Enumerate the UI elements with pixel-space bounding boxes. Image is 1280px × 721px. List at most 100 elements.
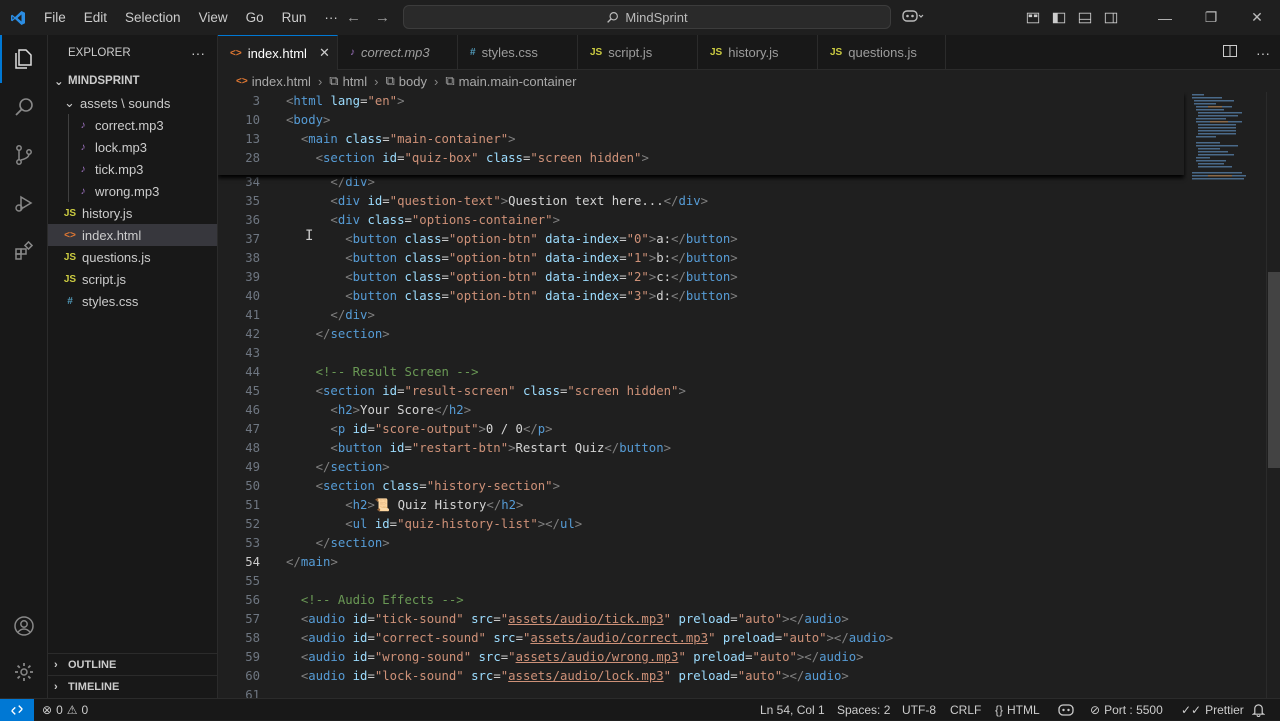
search-view-icon[interactable]	[0, 83, 48, 131]
command-center-search[interactable]: MindSprint	[403, 5, 891, 29]
code-line: <h2>📜 Quiz History</h2>	[345, 498, 524, 512]
code-line: <body>	[286, 113, 331, 127]
vertical-scrollbar[interactable]	[1266, 92, 1280, 698]
chevron-right-icon: ›	[433, 73, 439, 89]
breadcrumb-item[interactable]: main.main-container	[459, 74, 577, 89]
tab-history-js[interactable]: JS history.js	[698, 35, 818, 70]
code-line: <section id="result-screen" class="scree…	[315, 384, 686, 398]
code-line: <button class="option-btn" data-index="2…	[345, 270, 738, 284]
js-file-icon: JS	[63, 273, 77, 285]
code-line: <audio id="correct-sound" src="assets/au…	[300, 631, 894, 645]
split-editor-icon[interactable]	[1222, 43, 1238, 62]
problems-indicator[interactable]: ⊗ 0 ⚠ 0	[42, 703, 88, 717]
file-label: index.html	[82, 227, 142, 243]
menu-run[interactable]: Run	[273, 0, 316, 35]
line-number: 28	[245, 151, 260, 165]
forward-arrow-icon[interactable]: →	[375, 9, 390, 26]
js-file-icon: JS	[63, 251, 77, 263]
timeline-section[interactable]: › TIMELINE	[48, 675, 218, 697]
language-mode[interactable]: {} HTML	[995, 699, 1040, 721]
sticky-scroll: 3 <html lang="en"> 10 <body> 13 <main class=…	[218, 92, 1184, 175]
audio-file-icon: ♪	[80, 141, 86, 153]
settings-gear-icon[interactable]	[0, 648, 48, 696]
menu-view[interactable]: View	[190, 0, 237, 35]
more-actions-icon[interactable]: ···	[1256, 45, 1270, 61]
line-number: 40	[245, 289, 260, 303]
close-window-icon[interactable]: ✕	[1234, 0, 1280, 35]
line-number: 60	[245, 669, 260, 683]
tab-correct-mp3[interactable]: ♪ correct.mp3	[338, 35, 458, 70]
code-line: <button class="option-btn" data-index="1…	[345, 251, 738, 265]
file-item-lock-mp3[interactable]: ♪ lock.mp3	[48, 136, 217, 158]
code-line: <audio id="wrong-sound" src="assets/audi…	[300, 650, 864, 664]
copilot-status-icon[interactable]	[1058, 699, 1074, 721]
language-label: HTML	[1007, 703, 1040, 717]
toggle-panel-icon[interactable]	[1072, 0, 1098, 35]
line-ending[interactable]: CRLF	[950, 699, 981, 721]
customize-layout-icon[interactable]	[1020, 0, 1046, 35]
minimize-icon[interactable]: —	[1142, 0, 1188, 35]
encoding[interactable]: UTF-8	[902, 699, 936, 721]
file-item-wrong-mp3[interactable]: ♪ wrong.mp3	[48, 180, 217, 202]
window-controls: — ❐ ✕	[1020, 0, 1280, 35]
code-line: <button id="restart-btn">Restart Quiz</b…	[330, 441, 672, 455]
code-line: </section>	[315, 536, 390, 550]
file-item-script-js[interactable]: JS script.js	[48, 268, 217, 290]
code-line: </div>	[330, 175, 375, 189]
outline-section[interactable]: › OUTLINE	[48, 653, 218, 675]
restore-icon[interactable]: ❐	[1188, 0, 1234, 35]
toggle-secondary-sidebar-icon[interactable]	[1098, 0, 1124, 35]
source-control-icon[interactable]	[0, 131, 48, 179]
menu-selection[interactable]: Selection	[116, 0, 190, 35]
notifications-bell-icon[interactable]	[1252, 699, 1265, 721]
menu-file[interactable]: File	[35, 0, 75, 35]
line-number: 41	[245, 308, 260, 322]
explorer-more-icon[interactable]: ···	[191, 45, 205, 61]
menu-more[interactable]: ···	[315, 0, 347, 35]
toggle-primary-sidebar-icon[interactable]	[1046, 0, 1072, 35]
file-item-index-html[interactable]: <> index.html	[48, 224, 217, 246]
extensions-icon[interactable]	[0, 227, 48, 275]
live-server-port[interactable]: ⊘ Port : 5500	[1090, 699, 1163, 721]
menu-go[interactable]: Go	[237, 0, 273, 35]
code-editor[interactable]: 3 <html lang="en"> 10 <body> 13 <main class=…	[218, 92, 1188, 698]
accounts-icon[interactable]	[0, 602, 48, 650]
explorer-icon[interactable]	[0, 35, 48, 83]
menu-edit[interactable]: Edit	[75, 0, 116, 35]
file-item-styles-css[interactable]: # styles.css	[48, 290, 217, 312]
tab-script-js[interactable]: JS script.js	[578, 35, 698, 70]
folder-assets-sounds[interactable]: ⌄ assets \ sounds	[48, 92, 217, 114]
breadcrumb-item[interactable]: index.html	[252, 74, 311, 89]
line-number: 56	[245, 593, 260, 607]
tab-index-html[interactable]: <> index.html ✕	[218, 35, 338, 70]
back-arrow-icon[interactable]: ←	[346, 9, 361, 26]
tab-styles-css[interactable]: # styles.css	[458, 35, 578, 70]
close-tab-icon[interactable]: ✕	[319, 45, 330, 61]
line-number: 45	[245, 384, 260, 398]
tab-label: history.js	[728, 45, 779, 60]
js-file-icon: JS	[710, 47, 723, 58]
copilot-icon[interactable]	[902, 8, 924, 27]
file-item-tick-mp3[interactable]: ♪ tick.mp3	[48, 158, 217, 180]
indentation[interactable]: Spaces: 2	[837, 699, 890, 721]
audio-file-icon: ♪	[80, 185, 86, 197]
tree-indent-guide	[68, 114, 69, 136]
breadcrumb-item[interactable]: body	[399, 74, 427, 89]
scrollbar-thumb[interactable]	[1268, 272, 1280, 468]
tab-questions-js[interactable]: JS questions.js	[818, 35, 946, 70]
run-debug-icon[interactable]	[0, 179, 48, 227]
prettier-status[interactable]: ✓✓ Prettier	[1181, 699, 1244, 721]
audio-file-icon: ♪	[80, 119, 86, 131]
breadcrumb-item[interactable]: html	[343, 74, 368, 89]
remote-indicator-icon[interactable]	[0, 698, 34, 721]
cursor-position[interactable]: Ln 54, Col 1	[760, 699, 825, 721]
file-item-correct-mp3[interactable]: ♪ correct.mp3	[48, 114, 217, 136]
file-item-questions-js[interactable]: JS questions.js	[48, 246, 217, 268]
code-line: </section>	[315, 327, 390, 341]
workspace-root[interactable]: ⌄ MINDSPRINT	[48, 70, 217, 92]
code-line: <main class="main-container">	[300, 132, 516, 146]
search-label: MindSprint	[625, 9, 688, 25]
minimap[interactable]	[1188, 92, 1266, 698]
line-number: 55	[245, 574, 260, 588]
file-item-history-js[interactable]: JS history.js	[48, 202, 217, 224]
